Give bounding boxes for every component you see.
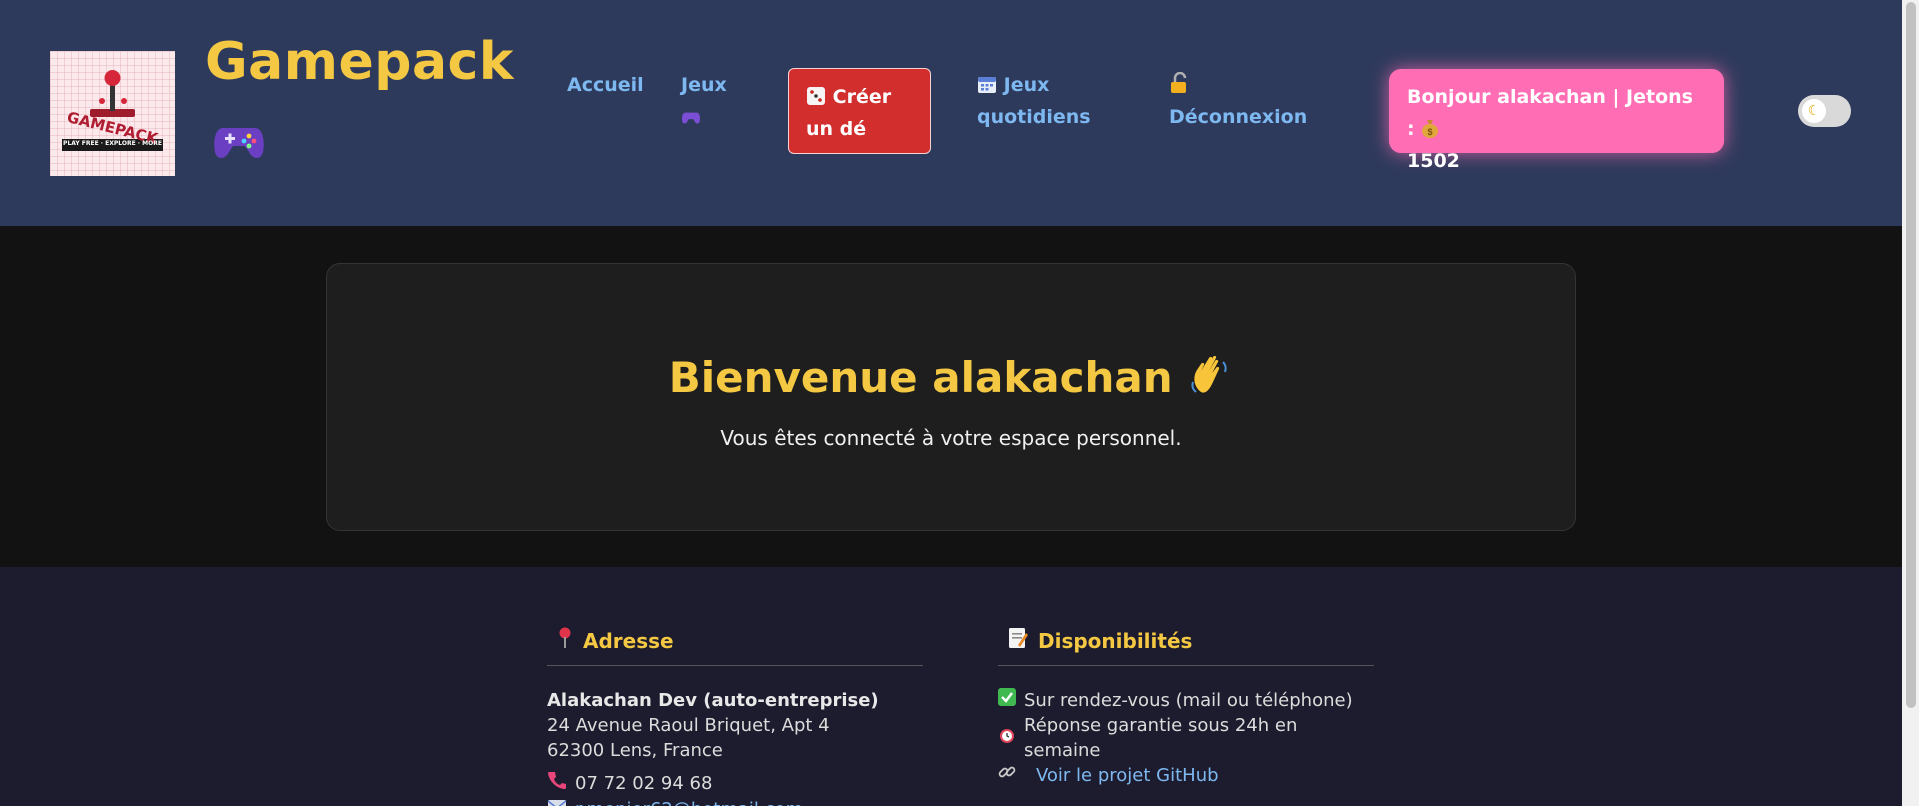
link-icon xyxy=(998,763,1016,788)
phone-row: 07 72 02 94 68 xyxy=(547,770,923,797)
site-footer: Adresse Alakachan Dev (auto-entreprise) … xyxy=(0,567,1902,806)
address-title: Adresse xyxy=(583,628,674,653)
availability-title: Disponibilités xyxy=(1038,628,1193,653)
address-heading: Adresse xyxy=(547,627,923,666)
nav-home-link[interactable]: Accueil xyxy=(567,69,644,101)
unlock-icon xyxy=(1169,71,1189,96)
welcome-title: Bienvenue alakachan xyxy=(668,353,1173,402)
welcome-heading: Bienvenue alakachan xyxy=(327,352,1575,402)
moon-icon: ☾ xyxy=(1802,99,1826,123)
memo-icon xyxy=(1008,627,1028,654)
city-address: 62300 Lens, France xyxy=(547,740,723,761)
token-count: 1502 xyxy=(1407,150,1460,172)
waving-hand-icon xyxy=(1187,353,1233,402)
address-section: Adresse Alakachan Dev (auto-entreprise) … xyxy=(547,627,923,806)
email-row: r.menier62@hotmail.com xyxy=(547,797,923,806)
check-icon xyxy=(998,688,1016,713)
email-link[interactable]: r.menier62@hotmail.com xyxy=(575,797,803,806)
availability-item: Réponse garantie sous 24h en semaine xyxy=(998,713,1374,763)
availability-item: Sur rendez-vous (mail ou téléphone) xyxy=(998,688,1374,713)
user-greeting: Bonjour alakachan | Jetons : xyxy=(1407,86,1693,140)
github-project-link[interactable]: Voir le projet GitHub xyxy=(1036,763,1219,788)
logout-label: Déconnexion xyxy=(1169,106,1308,128)
dice-icon xyxy=(806,86,833,108)
phone-link[interactable]: 07 72 02 94 68 xyxy=(575,771,712,796)
street-address: 24 Avenue Raoul Briquet, Apt 4 xyxy=(547,715,830,736)
github-row: Voir le projet GitHub xyxy=(998,763,1374,788)
logout-link[interactable]: Déconnexion xyxy=(1169,69,1319,133)
gamepad-icon xyxy=(681,106,701,128)
logo-tagline: PLAY FREE · EXPLORE · MORE xyxy=(63,140,162,147)
availability-item-text: Sur rendez-vous (mail ou téléphone) xyxy=(1024,690,1353,711)
pin-icon xyxy=(557,627,573,654)
nav-daily-games-link[interactable]: Jeux quotidiens xyxy=(977,69,1097,133)
theme-toggle[interactable]: ☾ xyxy=(1798,95,1851,127)
svg-text:$: $ xyxy=(1428,127,1433,137)
welcome-card: Bienvenue alakachan Vous êtes connecté à… xyxy=(326,263,1576,531)
nav-games-link[interactable]: Jeux xyxy=(681,69,741,133)
scrollbar-thumb[interactable] xyxy=(1906,2,1916,708)
create-die-button[interactable]: Créer un dé xyxy=(788,68,931,154)
money-bag-icon: $ xyxy=(1421,118,1439,140)
email-icon xyxy=(547,797,567,806)
site-header: GAMEPACK PLAY FREE · EXPLORE · MORE Game… xyxy=(0,0,1902,226)
page-scrollbar[interactable] xyxy=(1902,0,1919,806)
availability-heading: Disponibilités xyxy=(998,627,1374,666)
phone-icon xyxy=(547,770,567,797)
calendar-icon xyxy=(977,74,1004,96)
user-token-badge[interactable]: Bonjour alakachan | Jetons : $ 1502 xyxy=(1389,69,1724,172)
brand-title[interactable]: Gamepack xyxy=(205,32,514,92)
nav-games-label: Jeux xyxy=(681,74,727,96)
welcome-subtitle: Vous êtes connecté à votre espace person… xyxy=(720,426,1182,450)
availability-section: Disponibilités Sur rendez-vous (mail ou … xyxy=(998,627,1374,788)
company-name: Alakachan Dev (auto-entreprise) xyxy=(547,690,879,711)
gamepack-logo[interactable]: GAMEPACK PLAY FREE · EXPLORE · MORE xyxy=(50,51,175,176)
availability-item-text: Réponse garantie sous 24h en semaine xyxy=(1024,715,1298,761)
gamepad-icon xyxy=(213,118,265,166)
alarm-clock-icon xyxy=(998,726,1016,751)
